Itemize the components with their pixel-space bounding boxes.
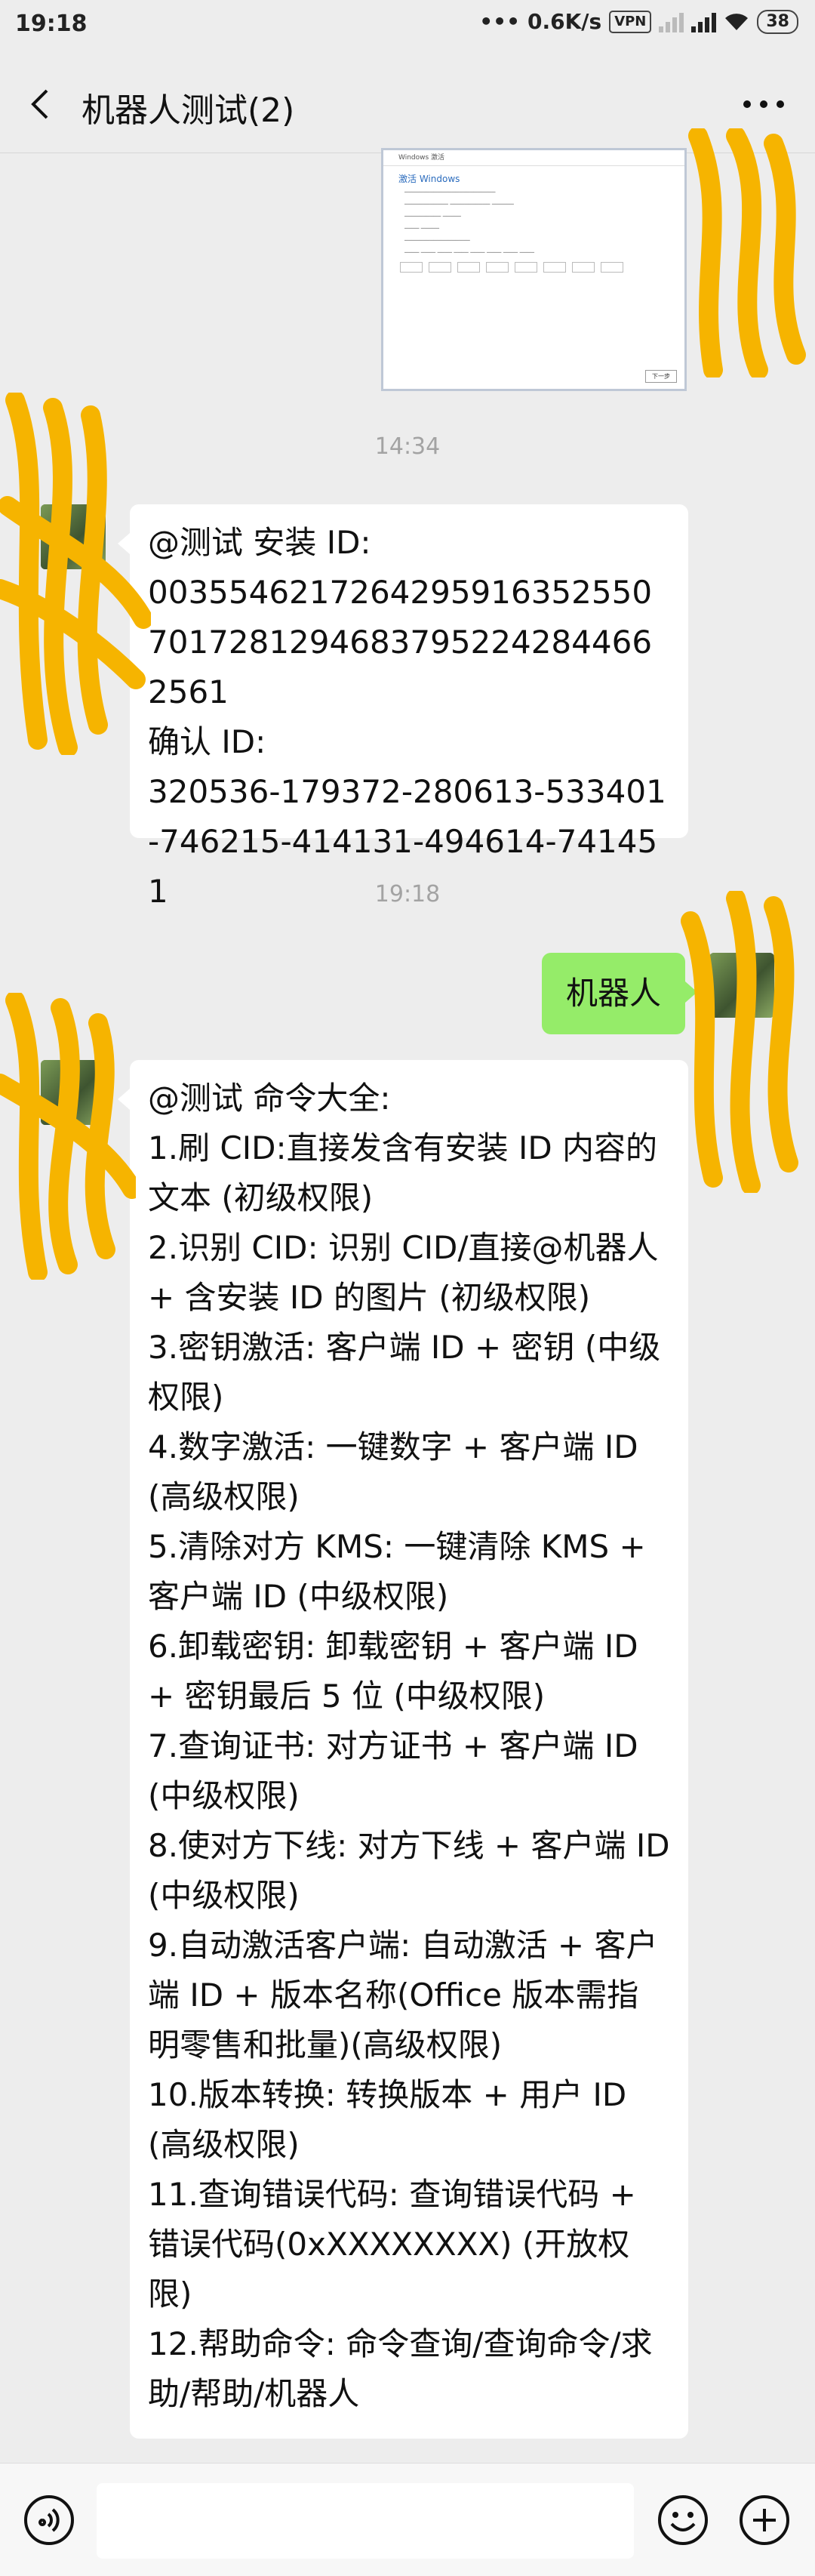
plus-icon[interactable] bbox=[738, 2494, 791, 2547]
network-speed: 0.6K/s bbox=[527, 9, 602, 34]
back-arrow-icon[interactable] bbox=[23, 85, 62, 124]
emoji-icon[interactable] bbox=[657, 2494, 709, 2547]
avatar[interactable] bbox=[41, 1060, 106, 1125]
status-bar: 19:18 ••• 0.6K/s VPN 38 bbox=[0, 0, 815, 54]
screenshot-heading: 激活 Windows bbox=[398, 174, 460, 184]
received-message-bubble[interactable]: @测试 安装 ID: 00355462172642959163525507017… bbox=[118, 504, 688, 910]
battery-icon: 38 bbox=[757, 9, 798, 34]
chat-title: 机器人测试(2) bbox=[82, 91, 295, 130]
timestamp: 14:34 bbox=[374, 433, 441, 460]
wifi-icon bbox=[725, 13, 749, 30]
chat-header: 机器人测试(2) bbox=[0, 54, 815, 153]
avatar[interactable] bbox=[41, 504, 106, 569]
received-message-bubble[interactable]: @测试 命令大全: 1.刷 CID:直接发含有安装 ID 内容的文本 (初级权限… bbox=[118, 1060, 688, 2439]
screenshot-text-line: ───────────────────────── bbox=[404, 189, 496, 196]
scribble-overlay bbox=[681, 891, 798, 1193]
screenshot-image-message[interactable]: Windows 激活 激活 Windows ──────────────────… bbox=[381, 148, 687, 391]
message-input[interactable] bbox=[97, 2483, 634, 2559]
avatar[interactable] bbox=[709, 953, 774, 1018]
screenshot-window-title: Windows 激活 bbox=[383, 150, 684, 166]
chat-input-bar bbox=[0, 2463, 815, 2576]
screenshot-text-line: ────────── ───── bbox=[404, 213, 461, 220]
more-options-icon[interactable] bbox=[741, 98, 786, 110]
vpn-badge: VPN bbox=[609, 10, 652, 33]
screenshot-text-line: ──────────── ─────────── ────── bbox=[404, 201, 514, 208]
status-icons: ••• 0.6K/s VPN 38 bbox=[479, 9, 798, 34]
signal-icon bbox=[691, 11, 717, 32]
screenshot-text-line: ──── ──── ──── ──── ──── ──── ──── ──── bbox=[404, 249, 534, 256]
screenshot-input-row bbox=[400, 262, 684, 273]
status-time: 19:18 bbox=[15, 11, 88, 37]
timestamp: 19:18 bbox=[374, 881, 441, 907]
screenshot-text-line: ──── ───── bbox=[404, 225, 439, 232]
screenshot-next-button: 下一步 bbox=[645, 370, 677, 383]
sent-message-bubble[interactable]: 机器人 bbox=[541, 953, 698, 1034]
voice-icon[interactable] bbox=[23, 2494, 75, 2547]
dots-icon: ••• bbox=[479, 9, 520, 34]
scribble-overlay bbox=[0, 993, 136, 1280]
scribble-overlay bbox=[688, 128, 806, 377]
screenshot-text-line: ────────────────── bbox=[404, 237, 470, 244]
signal-icon-sim2 bbox=[659, 11, 684, 32]
